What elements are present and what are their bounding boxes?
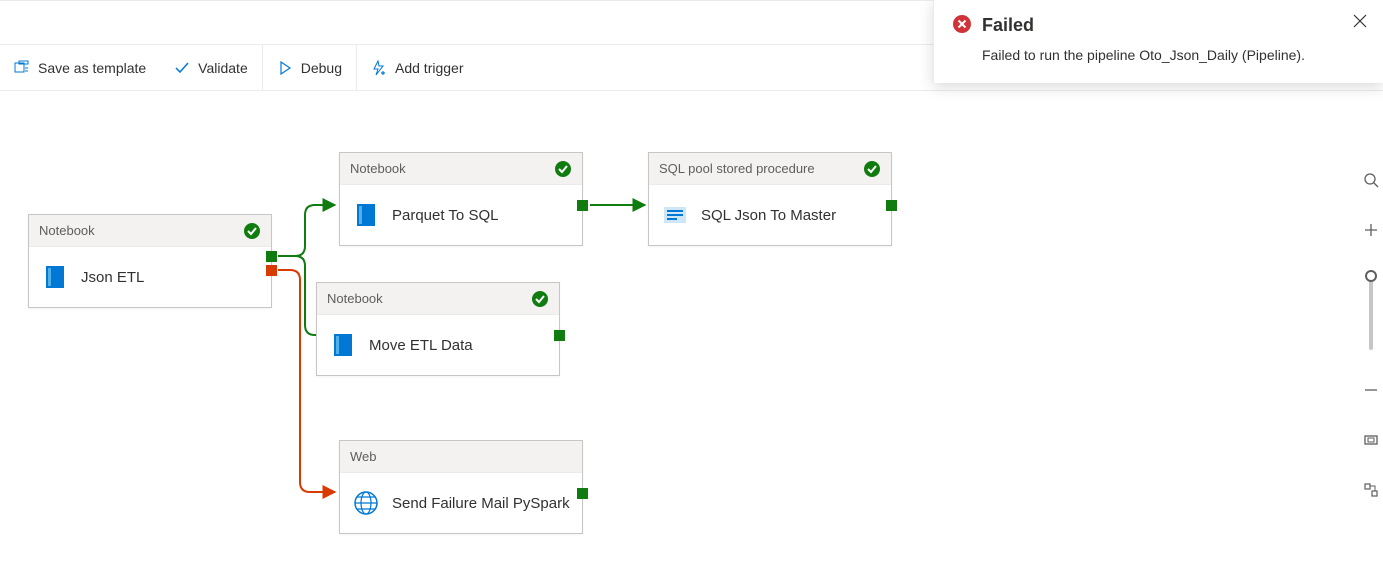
web-icon xyxy=(352,489,380,517)
activity-body: Move ETL Data xyxy=(317,315,559,375)
activity-body: Send Failure Mail PySpark xyxy=(340,473,582,533)
notebook-icon xyxy=(41,263,69,291)
canvas-side-controls xyxy=(1359,170,1383,500)
activity-parquet-to-sql[interactable]: Notebook Parquet To SQL xyxy=(339,152,583,246)
output-success-port[interactable] xyxy=(554,330,565,341)
activity-send-failure-mail[interactable]: Web Send Failure Mail PySpark xyxy=(339,440,583,534)
stored-procedure-icon xyxy=(661,201,689,229)
output-success-port[interactable] xyxy=(886,200,897,211)
toolbar-label: Debug xyxy=(301,60,342,76)
activity-title: Move ETL Data xyxy=(369,337,473,354)
zoom-in-icon[interactable] xyxy=(1361,220,1381,240)
output-success-port[interactable] xyxy=(577,200,588,211)
toolbar-label: Save as template xyxy=(38,60,146,76)
success-icon xyxy=(243,222,261,240)
activity-move-etl-data[interactable]: Notebook Move ETL Data xyxy=(316,282,560,376)
activity-header: Notebook xyxy=(29,215,271,247)
search-icon[interactable] xyxy=(1361,170,1381,190)
activity-type-label: Web xyxy=(350,449,377,464)
debug-button[interactable]: Debug xyxy=(262,45,357,90)
add-trigger-button[interactable]: Add trigger xyxy=(357,45,477,90)
activity-sql-json-to-master[interactable]: SQL pool stored procedure SQL Json To Ma… xyxy=(648,152,892,246)
reset-zoom-icon[interactable] xyxy=(1361,480,1381,500)
output-success-port[interactable] xyxy=(266,251,277,262)
activity-body: Parquet To SQL xyxy=(340,185,582,245)
notification-message: Failed to run the pipeline Oto_Json_Dail… xyxy=(982,47,1365,63)
zoom-slider[interactable] xyxy=(1369,270,1373,350)
activity-title: Json ETL xyxy=(81,269,144,286)
activity-header: Notebook xyxy=(317,283,559,315)
notebook-icon xyxy=(329,331,357,359)
success-icon xyxy=(531,290,549,308)
template-icon xyxy=(14,60,30,76)
activity-header: SQL pool stored procedure xyxy=(649,153,891,185)
fit-to-screen-icon[interactable] xyxy=(1361,430,1381,450)
save-as-template-button[interactable]: Save as template xyxy=(0,45,160,90)
activity-json-etl[interactable]: Notebook Json ETL xyxy=(28,214,272,308)
play-icon xyxy=(277,60,293,76)
success-icon xyxy=(554,160,572,178)
notification-title: Failed xyxy=(982,15,1034,36)
activity-type-label: Notebook xyxy=(327,291,383,306)
success-icon xyxy=(863,160,881,178)
activity-header: Notebook xyxy=(340,153,582,185)
validate-button[interactable]: Validate xyxy=(160,45,262,90)
toolbar-label: Add trigger xyxy=(395,60,463,76)
activity-title: Parquet To SQL xyxy=(392,207,498,224)
error-notification: Failed Failed to run the pipeline Oto_Js… xyxy=(933,0,1383,83)
output-failure-port[interactable] xyxy=(266,265,277,276)
notification-header: Failed xyxy=(952,14,1365,37)
trigger-icon xyxy=(371,60,387,76)
activity-type-label: Notebook xyxy=(350,161,406,176)
toolbar-label: Validate xyxy=(198,60,248,76)
zoom-out-icon[interactable] xyxy=(1361,380,1381,400)
error-icon xyxy=(952,14,972,37)
output-success-port[interactable] xyxy=(577,488,588,499)
close-icon[interactable] xyxy=(1353,14,1367,31)
activity-type-label: Notebook xyxy=(39,223,95,238)
activity-body: SQL Json To Master xyxy=(649,185,891,245)
notebook-icon xyxy=(352,201,380,229)
pipeline-canvas[interactable]: Notebook Json ETL Notebook Parquet To SQ xyxy=(0,92,1383,562)
activity-body: Json ETL xyxy=(29,247,271,307)
check-icon xyxy=(174,60,190,76)
activity-title: SQL Json To Master xyxy=(701,207,836,224)
zoom-handle[interactable] xyxy=(1365,270,1377,282)
activity-type-label: SQL pool stored procedure xyxy=(659,161,815,176)
activity-header: Web xyxy=(340,441,582,473)
activity-title: Send Failure Mail PySpark xyxy=(392,495,570,512)
